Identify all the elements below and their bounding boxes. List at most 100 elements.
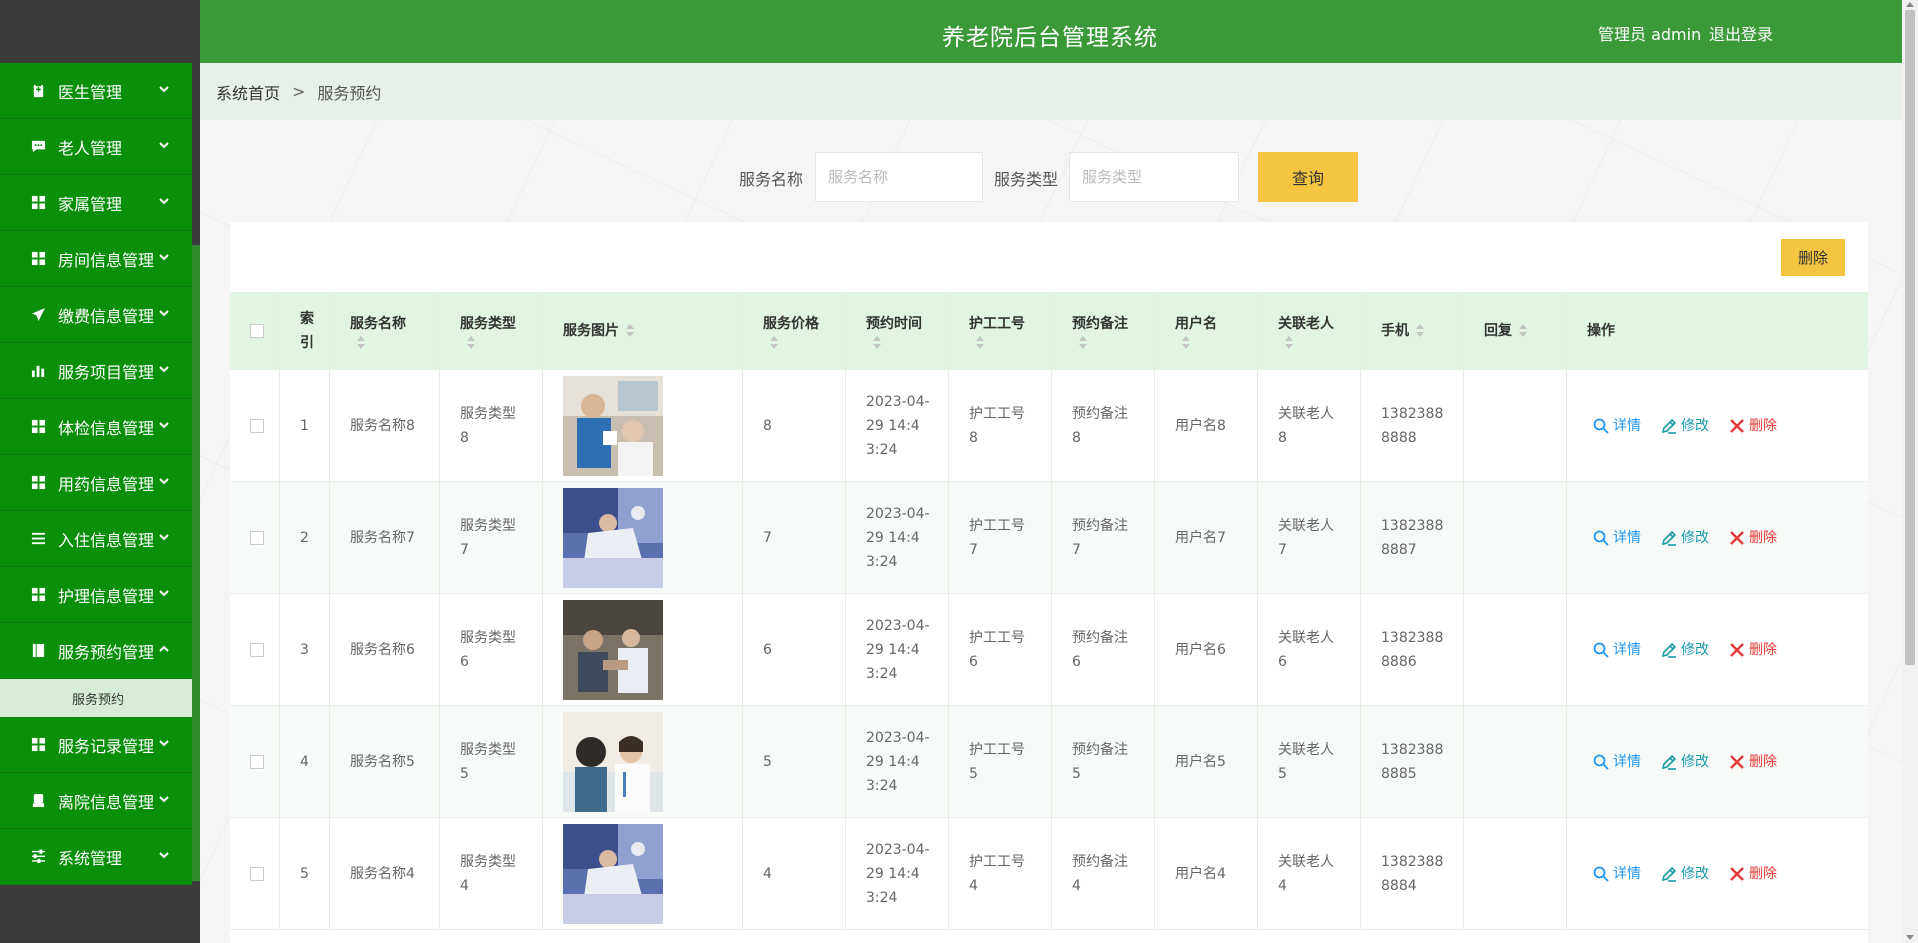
edit-button[interactable]: 修改 <box>1661 638 1709 662</box>
sidebar-item[interactable]: 老人管理 <box>0 119 192 175</box>
select-all-cell <box>230 292 280 369</box>
breadcrumb-home[interactable]: 系统首页 <box>216 80 280 104</box>
delete-button[interactable]: 删除 <box>1729 750 1777 774</box>
sidebar-scrollbar[interactable] <box>192 245 200 881</box>
sidebar-item[interactable]: 护理信息管理 <box>0 567 192 623</box>
detail-button[interactable]: 详情 <box>1593 750 1641 774</box>
logout-link[interactable]: 退出登录 <box>1709 21 1773 45</box>
table-cell: 用户名8 <box>1155 370 1258 481</box>
sidebar-item-label: 老人管理 <box>58 138 123 158</box>
sidebar-item[interactable]: 服务预约管理 <box>0 623 192 679</box>
delete-button[interactable]: 删除 <box>1729 638 1777 662</box>
sidebar-item[interactable]: 服务记录管理 <box>0 717 192 773</box>
sidebar-item[interactable]: 房间信息管理 <box>0 231 192 287</box>
sort-icon[interactable] <box>1284 335 1294 350</box>
table-cell: 服务类型6 <box>440 594 543 705</box>
grid-icon <box>30 251 46 267</box>
edit-button[interactable]: 修改 <box>1661 414 1709 438</box>
grid-icon <box>30 737 46 753</box>
search-icon <box>1593 418 1609 434</box>
chevron-down-icon <box>158 195 172 209</box>
sidebar-item[interactable]: 医生管理 <box>0 63 192 119</box>
table-cell <box>230 482 280 593</box>
header-price[interactable]: 服务价格 <box>743 292 846 369</box>
sidebar-item[interactable]: 入住信息管理 <box>0 511 192 567</box>
scroll-down-arrow[interactable] <box>1906 935 1914 940</box>
header-reply[interactable]: 回复 <box>1464 292 1567 369</box>
row-service-type: 服务类型7 <box>460 517 516 558</box>
sidebar-item-label: 系统管理 <box>58 848 123 868</box>
scrollbar-thumb[interactable] <box>1905 10 1915 665</box>
sort-icon[interactable] <box>466 335 476 350</box>
service-type-input[interactable] <box>1069 152 1239 202</box>
sort-icon[interactable] <box>872 335 882 350</box>
sidebar-item[interactable]: 离院信息管理 <box>0 773 192 829</box>
detail-button[interactable]: 详情 <box>1593 414 1641 438</box>
header-image[interactable]: 服务图片 <box>543 292 743 369</box>
header-user[interactable]: 用户名 <box>1155 292 1258 369</box>
sort-icon[interactable] <box>625 323 635 338</box>
table-cell: 护工工号8 <box>949 370 1052 481</box>
edit-button[interactable]: 修改 <box>1661 750 1709 774</box>
sidebar-item[interactable]: 系统管理 <box>0 829 192 885</box>
edit-label: 修改 <box>1681 753 1709 770</box>
service-name-input[interactable] <box>815 152 983 202</box>
delete-button[interactable]: 删除 <box>1729 862 1777 886</box>
row-checkbox[interactable] <box>250 754 264 769</box>
header-name[interactable]: 服务名称 <box>330 292 440 369</box>
scroll-up-arrow[interactable] <box>1906 2 1914 7</box>
sidebar-item[interactable]: 家属管理 <box>0 175 192 231</box>
select-all-checkbox[interactable] <box>250 323 264 338</box>
delete-button[interactable]: 删除 <box>1729 414 1777 438</box>
pencil-icon <box>1661 866 1677 882</box>
header-nurse[interactable]: 护工工号 <box>949 292 1052 369</box>
detail-button[interactable]: 详情 <box>1593 526 1641 550</box>
row-checkbox[interactable] <box>250 642 264 657</box>
page-scrollbar[interactable] <box>1902 0 1918 943</box>
table-cell: 预约备注7 <box>1052 482 1155 593</box>
row-checkbox[interactable] <box>250 418 264 433</box>
sidebar-subitem-service-booking[interactable]: 服务预约 <box>0 679 192 717</box>
delete-label: 删除 <box>1749 529 1777 546</box>
row-checkbox[interactable] <box>250 530 264 545</box>
sidebar-item[interactable]: 用药信息管理 <box>0 455 192 511</box>
detail-label: 详情 <box>1613 753 1641 770</box>
table-cell: 2023-04-29 14:43:24 <box>846 706 949 817</box>
table-cell: 13823888885 <box>1361 706 1464 817</box>
batch-delete-button[interactable]: 删除 <box>1781 239 1845 276</box>
row-phone: 13823888887 <box>1381 517 1444 558</box>
header-note-label: 预约备注 <box>1072 315 1128 332</box>
header-time[interactable]: 预约时间 <box>846 292 949 369</box>
delete-label: 删除 <box>1749 641 1777 658</box>
sort-icon[interactable] <box>975 335 985 350</box>
query-button[interactable]: 查询 <box>1258 152 1358 202</box>
edit-button[interactable]: 修改 <box>1661 862 1709 886</box>
sort-icon[interactable] <box>769 335 779 350</box>
row-checkbox[interactable] <box>250 866 264 881</box>
table-cell: 关联老人5 <box>1258 706 1361 817</box>
table-row: 5 服务名称4 服务类型4 4 2023-04-29 14:43:24 护工工号4 预约备注… <box>230 818 1868 930</box>
delete-button[interactable]: 删除 <box>1729 526 1777 550</box>
header-index: 索引 <box>280 292 330 369</box>
header-type[interactable]: 服务类型 <box>440 292 543 369</box>
sort-icon[interactable] <box>1415 323 1425 338</box>
header-note[interactable]: 预约备注 <box>1052 292 1155 369</box>
detail-button[interactable]: 详情 <box>1593 638 1641 662</box>
table-cell: 服务类型7 <box>440 482 543 593</box>
table-cell: 2023-04-29 14:43:24 <box>846 370 949 481</box>
header-phone[interactable]: 手机 <box>1361 292 1464 369</box>
sort-icon[interactable] <box>1181 335 1191 350</box>
table-cell <box>543 818 743 929</box>
sidebar-item[interactable]: 缴费信息管理 <box>0 287 192 343</box>
sidebar-item[interactable]: 体检信息管理 <box>0 399 192 455</box>
close-icon <box>1729 530 1745 546</box>
edit-button[interactable]: 修改 <box>1661 526 1709 550</box>
sort-icon[interactable] <box>1518 323 1528 338</box>
sidebar-item[interactable]: 服务项目管理 <box>0 343 192 399</box>
detail-button[interactable]: 详情 <box>1593 862 1641 886</box>
header-elder[interactable]: 关联老人 <box>1258 292 1361 369</box>
sort-icon[interactable] <box>356 335 366 350</box>
sort-icon[interactable] <box>1078 335 1088 350</box>
table-cell <box>1464 370 1567 481</box>
row-service-type: 服务类型6 <box>460 629 516 670</box>
